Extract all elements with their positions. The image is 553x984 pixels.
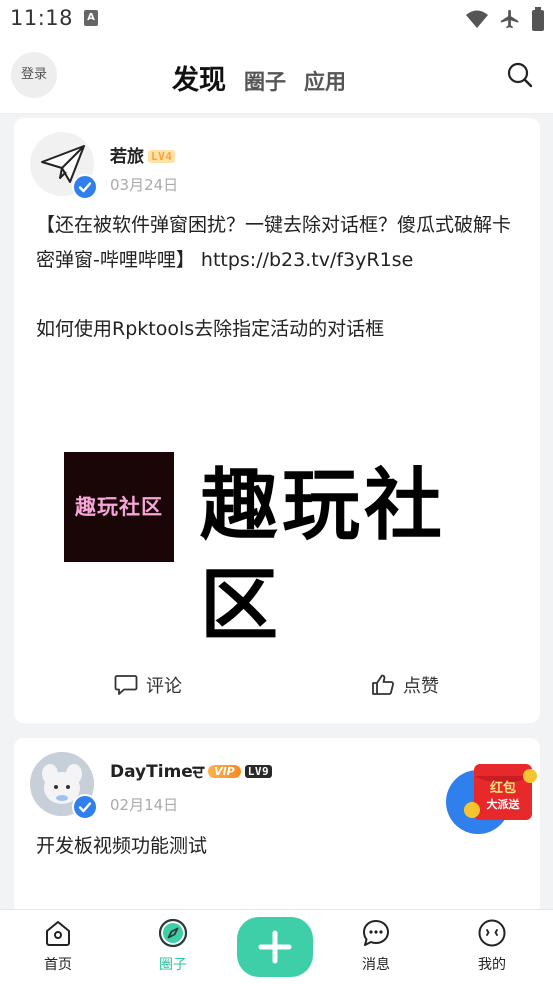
comment-button[interactable]: 评论 bbox=[114, 672, 182, 698]
avatar[interactable] bbox=[30, 752, 98, 820]
tab-apps[interactable]: 应用 bbox=[304, 66, 346, 96]
status-icons bbox=[465, 6, 545, 32]
thumbs-up-icon bbox=[372, 674, 394, 695]
top-tabs: 发现 圈子 应用 bbox=[172, 58, 346, 97]
login-button[interactable]: 登录 bbox=[11, 52, 57, 98]
airplane-icon bbox=[500, 9, 519, 29]
post-card[interactable]: 若旅 LV4 03月24日 【还在被软件弹窗困扰？一键去除对话框？傻瓜式破解卡密弹… bbox=[14, 118, 540, 723]
status-bar: 11:18 A bbox=[0, 0, 553, 38]
nav-home-label: 首页 bbox=[44, 957, 72, 973]
user-name-text: 若旅 bbox=[110, 147, 144, 167]
user-name[interactable]: DayTimeਦ VIP LV9 bbox=[110, 762, 273, 782]
battery-icon bbox=[532, 7, 544, 31]
profile-icon bbox=[478, 919, 506, 947]
level-badge: LV4 bbox=[148, 150, 176, 163]
like-label: 点赞 bbox=[403, 676, 439, 697]
verified-badge-icon bbox=[72, 174, 98, 200]
nav-profile[interactable]: 我的 bbox=[457, 918, 527, 974]
post-date: 02月14日 bbox=[110, 796, 179, 814]
logo-small: 趣玩社区 bbox=[64, 452, 174, 562]
post-paragraph: 如何使用Rpktools去除指定活动的对话框 bbox=[36, 318, 385, 340]
tab-discover[interactable]: 发现 bbox=[172, 58, 226, 97]
nav-circle-label: 圈子 bbox=[159, 957, 187, 973]
red-packet-line1: 红包 bbox=[490, 780, 516, 796]
nav-messages[interactable]: 消息 bbox=[341, 918, 411, 974]
comment-label: 评论 bbox=[146, 676, 182, 697]
logo-large-text: 趣玩社区 bbox=[200, 460, 447, 651]
plus-icon bbox=[258, 930, 292, 964]
user-name-text: DayTimeਦ bbox=[110, 762, 205, 782]
level-badge: LV9 bbox=[244, 765, 273, 778]
post-image[interactable]: 趣玩社区 趣玩社区 bbox=[64, 452, 494, 651]
post-paragraph: 【还在被软件弹窗困扰？一键去除对话框？傻瓜式破解卡密弹窗-哔哩哔哩】 https… bbox=[36, 214, 512, 271]
vip-badge: VIP bbox=[208, 765, 241, 778]
search-icon[interactable] bbox=[507, 62, 533, 88]
tab-circle[interactable]: 圈子 bbox=[244, 66, 286, 96]
post-date: 03月24日 bbox=[110, 176, 179, 194]
top-header: 登录 发现 圈子 应用 bbox=[0, 38, 553, 114]
user-name[interactable]: 若旅 LV4 bbox=[110, 142, 176, 167]
red-packet-float-button[interactable]: 红包 大派送 bbox=[446, 758, 542, 838]
nav-home[interactable]: 首页 bbox=[23, 918, 93, 974]
red-packet-line2: 大派送 bbox=[487, 797, 521, 811]
home-icon bbox=[46, 921, 70, 946]
post-actions: 评论 点赞 bbox=[14, 672, 540, 708]
verified-badge-icon bbox=[72, 794, 98, 820]
like-button[interactable]: 点赞 bbox=[371, 672, 439, 698]
nav-messages-label: 消息 bbox=[362, 957, 390, 973]
nav-profile-label: 我的 bbox=[478, 957, 506, 973]
bottom-nav: 首页 圈子 消息 我的 bbox=[0, 909, 553, 984]
post-content[interactable]: 【还在被软件弹窗困扰？一键去除对话框？傻瓜式破解卡密弹窗-哔哩哔哩】 https… bbox=[36, 208, 518, 381]
post-content[interactable]: 开发板视频功能测试 bbox=[36, 831, 207, 858]
publish-button[interactable] bbox=[237, 917, 313, 977]
avatar[interactable] bbox=[30, 132, 98, 200]
red-packet-icon: 红包 大派送 bbox=[446, 764, 537, 834]
compass-icon bbox=[158, 918, 188, 948]
comment-icon bbox=[114, 675, 138, 695]
chat-icon bbox=[363, 920, 389, 946]
status-time: 11:18 bbox=[10, 6, 74, 30]
wifi-icon bbox=[466, 10, 488, 28]
notification-icon: A bbox=[84, 10, 98, 26]
nav-circle[interactable]: 圈子 bbox=[138, 918, 208, 974]
